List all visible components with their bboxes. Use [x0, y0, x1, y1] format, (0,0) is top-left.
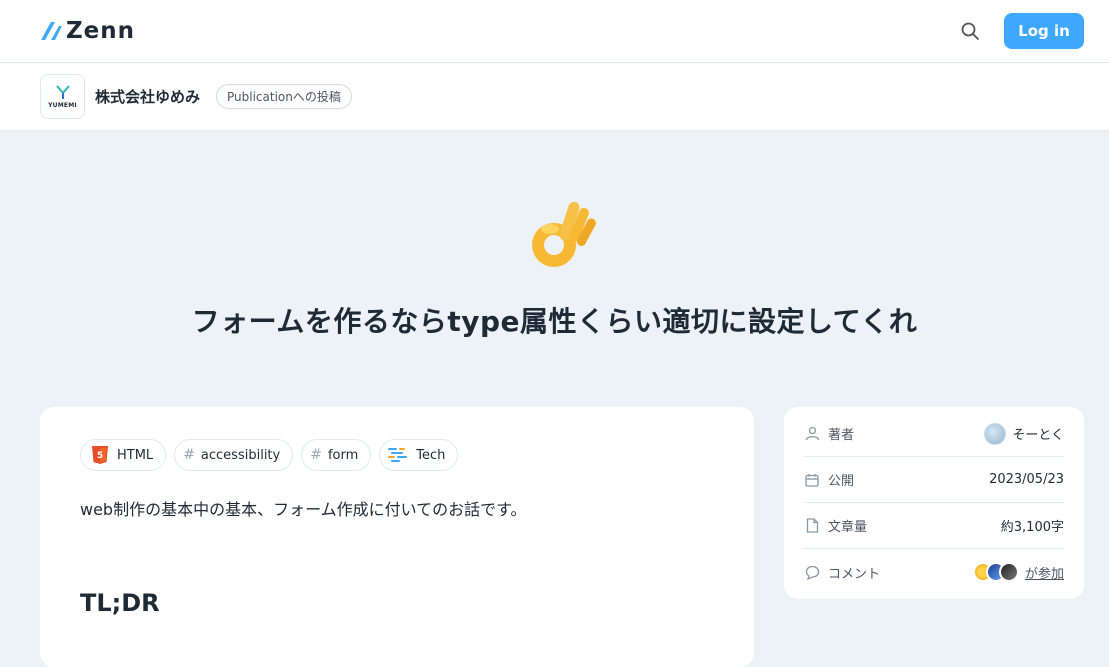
publication-bar: YUMEMI 株式会社ゆめみ Publicationへの投稿: [0, 63, 1109, 131]
hash-icon: #: [310, 447, 322, 463]
search-icon: [961, 22, 979, 40]
participant-avatar: [998, 562, 1019, 582]
login-button[interactable]: Log in: [1004, 13, 1084, 49]
site-header: Zenn Log in: [0, 0, 1109, 63]
publication-logo[interactable]: YUMEMI: [40, 74, 85, 119]
calendar-icon: [804, 472, 820, 488]
hash-icon: #: [183, 447, 195, 463]
svg-text:5: 5: [97, 451, 103, 461]
tech-icon: [388, 444, 410, 466]
zenn-logo-text: Zenn: [66, 18, 136, 44]
length-row: 文章量 約3,100字: [804, 503, 1064, 549]
tag-tech[interactable]: Tech: [379, 439, 459, 471]
zenn-logo-mark-icon: [41, 22, 62, 40]
ok-hand-emoji-icon: [532, 201, 596, 267]
zenn-logo[interactable]: Zenn: [40, 17, 135, 45]
publication-badge: Publicationへの投稿: [216, 84, 352, 109]
article-title: フォームを作るならtype属性くらい適切に設定してくれ: [191, 305, 918, 338]
length-value: 約3,100字: [1000, 520, 1064, 535]
article-body: 5 HTML # accessibility # form Tech web制作…: [40, 407, 754, 667]
tag-label: form: [327, 447, 359, 463]
author-link[interactable]: そーとく: [984, 422, 1064, 445]
comment-join-link: が参加: [1024, 566, 1064, 582]
comment-label: コメント: [828, 566, 881, 582]
search-button[interactable]: [956, 17, 984, 45]
comment-icon: [804, 564, 820, 580]
published-label: 公開: [828, 474, 855, 489]
comment-participants[interactable]: が参加: [972, 562, 1064, 582]
tag-label: HTML: [117, 447, 154, 463]
tag-list: 5 HTML # accessibility # form Tech: [80, 439, 459, 471]
published-row: 公開 2023/05/23: [804, 457, 1064, 503]
section-heading: TL;DR: [80, 589, 160, 617]
yumemi-logo-icon: [55, 85, 70, 99]
author-name: そーとく: [1012, 428, 1064, 443]
tag-accessibility[interactable]: # accessibility: [174, 439, 294, 471]
length-label: 文章量: [828, 520, 868, 535]
html5-icon: 5: [89, 444, 111, 466]
document-icon: [804, 518, 820, 534]
comment-row: コメント が参加: [804, 549, 1064, 595]
tag-html[interactable]: 5 HTML: [80, 439, 167, 471]
article-info-sidebar: 著者 そーとく 公開 2023/05/23 文章量 約3,100字 コメント が…: [784, 407, 1084, 599]
user-icon: [804, 426, 820, 442]
participant-avatars: [972, 562, 1019, 582]
publication-name[interactable]: 株式会社ゆめみ: [95, 86, 200, 107]
tag-label: accessibility: [200, 447, 281, 463]
author-label: 著者: [828, 428, 855, 443]
publication-logo-text: YUMEMI: [48, 102, 77, 109]
article-intro: web制作の基本中の基本、フォーム作成に付いてのお話です。: [80, 500, 527, 519]
author-row: 著者 そーとく: [804, 411, 1064, 457]
author-avatar: [984, 422, 1007, 445]
tag-form[interactable]: # form: [301, 439, 372, 471]
tag-label: Tech: [416, 447, 446, 463]
published-date: 2023/05/23: [989, 472, 1064, 487]
